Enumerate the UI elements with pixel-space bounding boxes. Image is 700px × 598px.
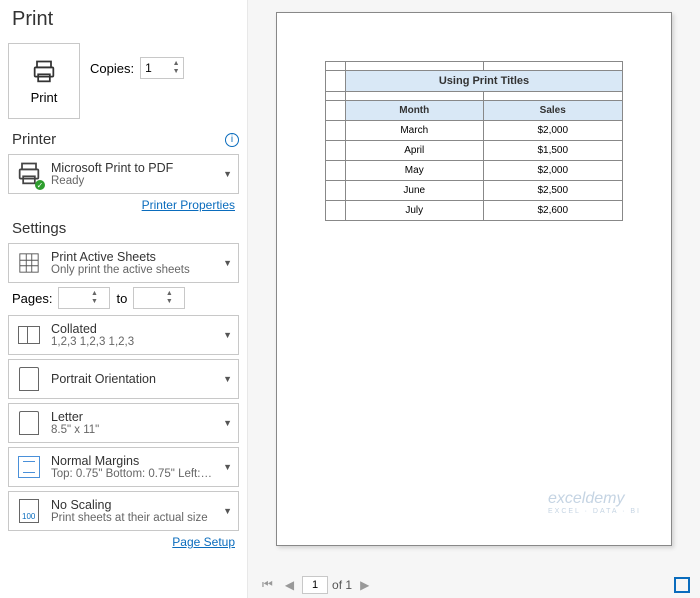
copies-label: Copies:	[90, 61, 134, 76]
current-page-input[interactable]	[302, 576, 328, 594]
paper-size-dropdown[interactable]: Letter 8.5" x 11" ▼	[8, 403, 239, 443]
margins-title: Normal Margins	[51, 454, 215, 468]
paper-sub: 8.5" x 11"	[51, 424, 215, 436]
printer-status-text: Ready	[51, 175, 215, 187]
col-header-1: Sales	[483, 101, 623, 121]
printer-properties-link[interactable]: Printer Properties	[8, 198, 235, 212]
scaling-dropdown[interactable]: 100 No Scaling Print sheets at their act…	[8, 491, 239, 531]
chevron-down-icon: ▼	[223, 169, 232, 179]
pages-to-stepper[interactable]: ▲▼	[133, 287, 185, 309]
orientation-dropdown[interactable]: Portrait Orientation ▼	[8, 359, 239, 399]
margins-sub: Top: 0.75" Bottom: 0.75" Left:…	[51, 468, 215, 480]
collate-icon	[18, 326, 40, 344]
portrait-icon	[19, 367, 39, 391]
paper-title: Letter	[51, 410, 215, 424]
prev-page-button[interactable]: ◀	[281, 576, 298, 594]
copies-stepper[interactable]: ▲▼	[140, 57, 184, 79]
pager: ⏮ ◀ of 1 ▶	[248, 571, 700, 598]
chevron-down-icon: ▼	[223, 330, 232, 340]
scope-sub: Only print the active sheets	[51, 264, 215, 276]
printer-section-header: Printer	[12, 131, 56, 148]
collate-dropdown[interactable]: Collated 1,2,3 1,2,3 1,2,3 ▼	[8, 315, 239, 355]
pages-to-input[interactable]	[134, 291, 162, 305]
printer-name: Microsoft Print to PDF	[51, 161, 215, 175]
page-title: Print	[8, 8, 239, 31]
collate-title: Collated	[51, 322, 215, 336]
table-row: May$2,000	[326, 161, 623, 181]
preview-panel: Using Print Titles MonthSales March$2,00…	[248, 0, 700, 598]
chevron-down-icon: ▼	[223, 462, 232, 472]
pages-from-input[interactable]	[59, 291, 87, 305]
chevron-down-icon: ▼	[223, 418, 232, 428]
col-header-0: Month	[346, 101, 484, 121]
printer-dropdown[interactable]: ✓ Microsoft Print to PDF Ready ▼	[8, 154, 239, 194]
table-row: March$2,000	[326, 121, 623, 141]
chevron-down-icon: ▼	[223, 374, 232, 384]
next-page-button[interactable]: ▶	[356, 576, 373, 594]
page-preview: Using Print Titles MonthSales March$2,00…	[276, 12, 672, 546]
page-icon	[19, 411, 39, 435]
margins-dropdown[interactable]: Normal Margins Top: 0.75" Bottom: 0.75" …	[8, 447, 239, 487]
scaling-title: No Scaling	[51, 498, 215, 512]
collate-sub: 1,2,3 1,2,3 1,2,3	[51, 336, 215, 348]
print-button-label: Print	[31, 90, 58, 105]
printer-icon	[30, 58, 58, 86]
page-total: of 1	[332, 578, 352, 592]
chevron-down-icon: ▼	[223, 258, 232, 268]
zoom-to-page-icon[interactable]	[674, 577, 690, 593]
orientation-title: Portrait Orientation	[51, 372, 215, 386]
preview-table: Using Print Titles MonthSales March$2,00…	[325, 61, 623, 221]
page-setup-link[interactable]: Page Setup	[8, 535, 235, 549]
scaling-sub: Print sheets at their actual size	[51, 512, 215, 524]
watermark: exceldemy EXCEL · DATA · BI	[548, 490, 641, 515]
margins-icon	[18, 456, 40, 478]
status-ready-icon: ✓	[35, 180, 45, 190]
pages-label: Pages:	[12, 291, 52, 306]
settings-section-header: Settings	[12, 220, 66, 237]
scaling-icon: 100	[19, 499, 39, 523]
chevron-down-icon: ▼	[223, 506, 232, 516]
table-title: Using Print Titles	[346, 71, 623, 92]
print-scope-dropdown[interactable]: Print Active Sheets Only print the activ…	[8, 243, 239, 283]
pages-from-stepper[interactable]: ▲▼	[58, 287, 110, 309]
print-button[interactable]: Print	[8, 43, 80, 119]
grid-icon	[18, 252, 40, 274]
print-settings-panel: Print Print Copies: ▲▼ Printer i	[0, 0, 248, 598]
info-icon[interactable]: i	[225, 133, 239, 147]
pages-to-label: to	[116, 291, 127, 306]
copies-input[interactable]	[141, 61, 169, 75]
table-row: June$2,500	[326, 181, 623, 201]
scope-title: Print Active Sheets	[51, 250, 215, 264]
table-row: April$1,500	[326, 141, 623, 161]
first-page-button[interactable]: ⏮	[258, 575, 277, 594]
copies-up[interactable]: ▲	[169, 60, 183, 68]
table-row: July$2,600	[326, 201, 623, 221]
copies-down[interactable]: ▼	[169, 68, 183, 76]
